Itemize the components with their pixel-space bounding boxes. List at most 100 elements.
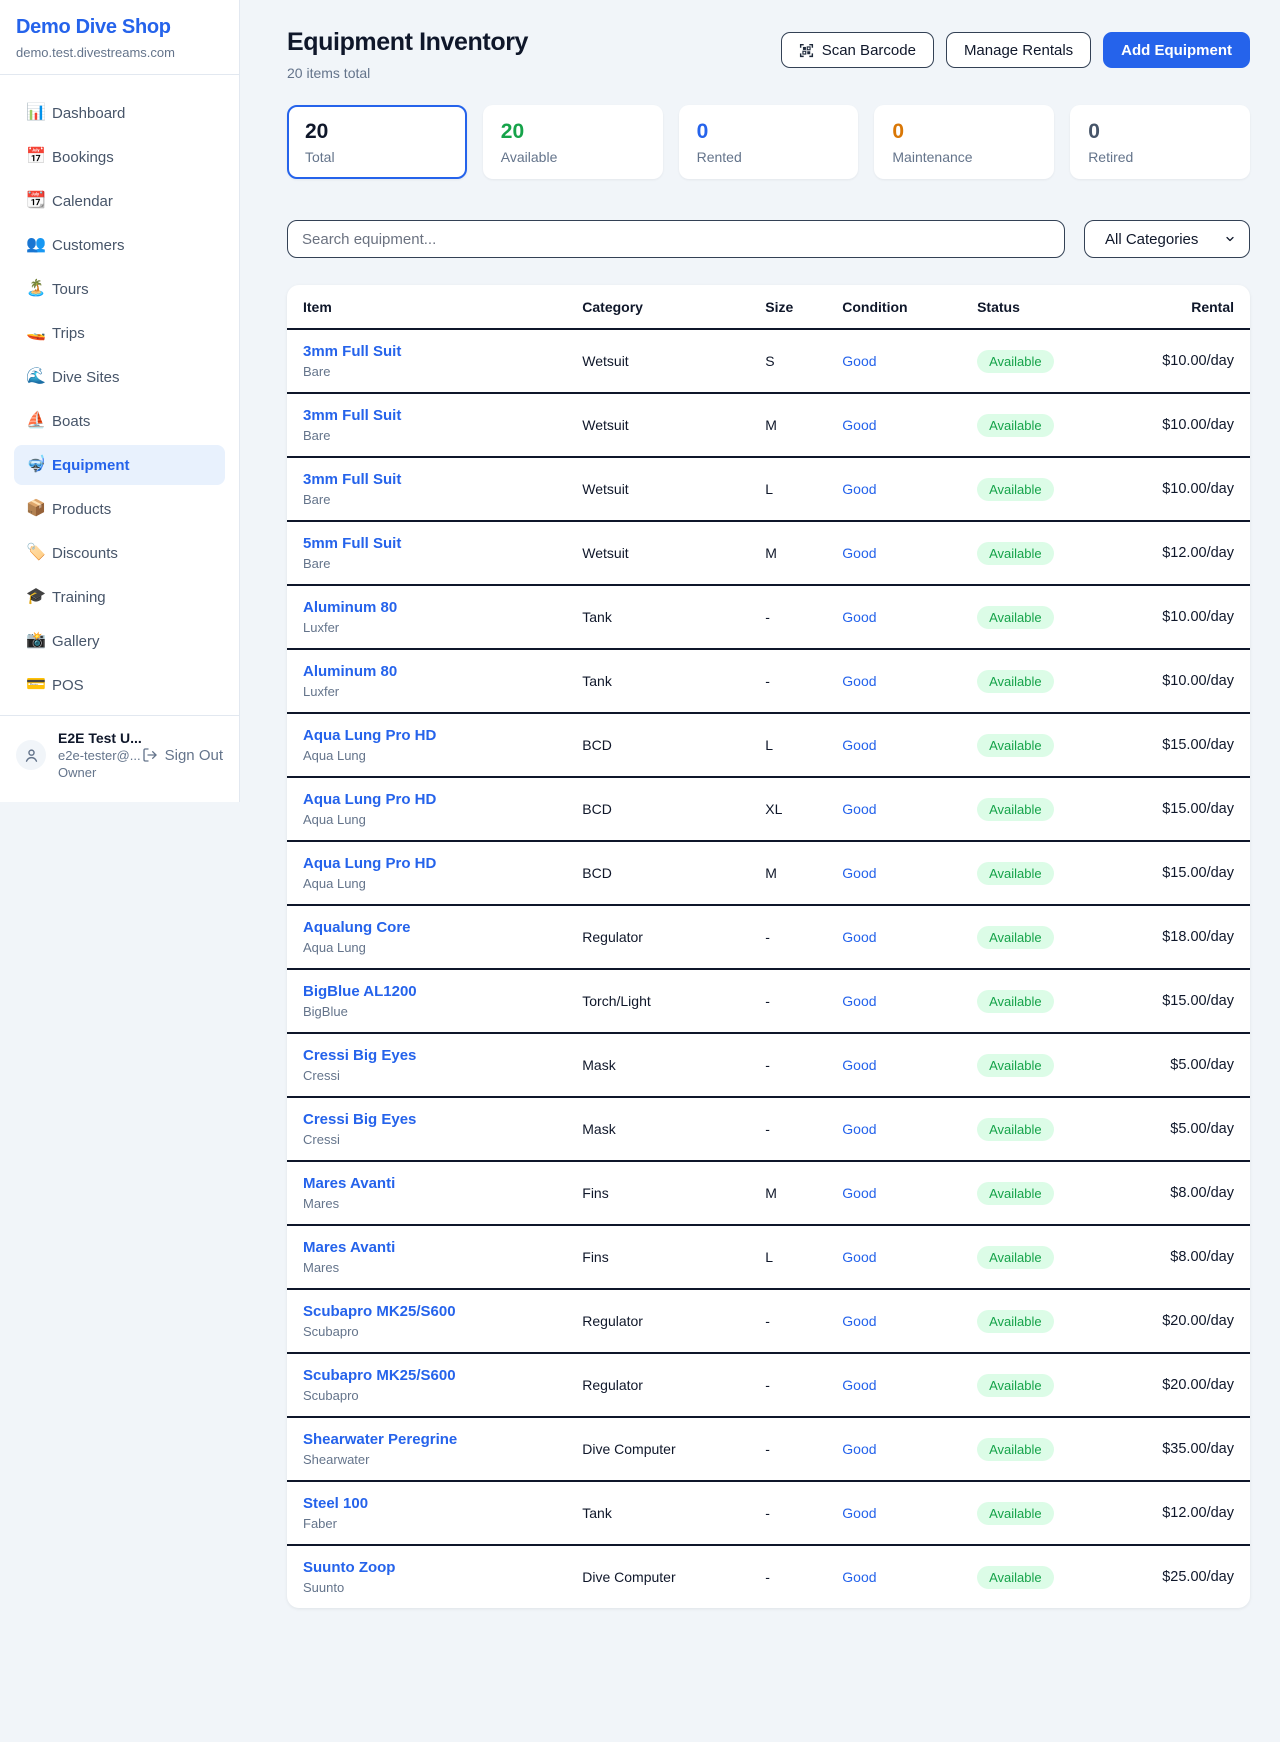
item-name-link[interactable]: 3mm Full Suit <box>303 407 550 424</box>
item-name-link[interactable]: Shearwater Peregrine <box>303 1431 550 1448</box>
sidebar-item-bookings[interactable]: 📅 Bookings <box>14 137 225 177</box>
stat-card-retired[interactable]: 0 Retired <box>1070 105 1250 179</box>
item-cell: Aqua Lung Pro HD Aqua Lung <box>287 713 566 777</box>
stat-card-available[interactable]: 20 Available <box>483 105 663 179</box>
item-name-link[interactable]: Scubapro MK25/S600 <box>303 1367 550 1384</box>
condition-cell: Good <box>826 1353 961 1417</box>
condition-link[interactable]: Good <box>842 865 876 881</box>
condition-link[interactable]: Good <box>842 1377 876 1393</box>
sidebar-item-discounts[interactable]: 🏷️ Discounts <box>14 533 225 573</box>
sidebar-item-boats[interactable]: ⛵ Boats <box>14 401 225 441</box>
table-row: Aluminum 80 Luxfer Tank - Good Available… <box>287 585 1250 649</box>
condition-cell: Good <box>826 1097 961 1161</box>
sidebar-item-trips[interactable]: 🚤 Trips <box>14 313 225 353</box>
item-brand: Luxfer <box>303 684 550 699</box>
sidebar-item-pos[interactable]: 💳 POS <box>14 665 225 705</box>
brand-block: Demo Dive Shop demo.test.divestreams.com <box>0 0 239 75</box>
table-row: 3mm Full Suit Bare Wetsuit S Good Availa… <box>287 329 1250 393</box>
sidebar-item-dive-sites[interactable]: 🌊 Dive Sites <box>14 357 225 397</box>
stat-card-rented[interactable]: 0 Rented <box>679 105 859 179</box>
item-name-link[interactable]: 5mm Full Suit <box>303 535 550 552</box>
item-brand: Mares <box>303 1260 550 1275</box>
item-name-link[interactable]: Mares Avanti <box>303 1175 550 1192</box>
condition-link[interactable]: Good <box>842 1313 876 1329</box>
item-name-link[interactable]: Suunto Zoop <box>303 1559 550 1576</box>
add-equipment-button[interactable]: Add Equipment <box>1103 32 1250 68</box>
item-name-link[interactable]: Aqualung Core <box>303 919 550 936</box>
condition-link[interactable]: Good <box>842 1057 876 1073</box>
table-row: Aqualung Core Aqua Lung Regulator - Good… <box>287 905 1250 969</box>
item-name-link[interactable]: Aqua Lung Pro HD <box>303 855 550 872</box>
condition-link[interactable]: Good <box>842 737 876 753</box>
item-name-link[interactable]: Cressi Big Eyes <box>303 1111 550 1128</box>
status-cell: Available <box>961 457 1115 521</box>
status-badge: Available <box>977 798 1054 821</box>
condition-cell: Good <box>826 1481 961 1545</box>
item-name-link[interactable]: Mares Avanti <box>303 1239 550 1256</box>
condition-link[interactable]: Good <box>842 417 876 433</box>
sidebar-item-calendar[interactable]: 📆 Calendar <box>14 181 225 221</box>
sidebar-item-products[interactable]: 📦 Products <box>14 489 225 529</box>
condition-link[interactable]: Good <box>842 1121 876 1137</box>
condition-link[interactable]: Good <box>842 1441 876 1457</box>
scan-barcode-button[interactable]: Scan Barcode <box>781 32 934 68</box>
condition-cell: Good <box>826 649 961 713</box>
sidebar-item-dashboard[interactable]: 📊 Dashboard <box>14 93 225 133</box>
sidebar-nav: 📊 Dashboard 📅 Bookings 📆 Calendar 👥 Cust… <box>0 75 239 709</box>
item-name-link[interactable]: 3mm Full Suit <box>303 471 550 488</box>
item-name-link[interactable]: BigBlue AL1200 <box>303 983 550 1000</box>
item-name-link[interactable]: Aluminum 80 <box>303 663 550 680</box>
avatar <box>16 740 46 770</box>
status-badge: Available <box>977 1438 1054 1461</box>
category-cell: Wetsuit <box>566 393 749 457</box>
status-cell: Available <box>961 1289 1115 1353</box>
condition-link[interactable]: Good <box>842 673 876 689</box>
condition-link[interactable]: Good <box>842 353 876 369</box>
item-cell: Aqua Lung Pro HD Aqua Lung <box>287 777 566 841</box>
sidebar-item-tours[interactable]: 🏝️ Tours <box>14 269 225 309</box>
sign-out-button[interactable]: Sign Out <box>142 747 223 764</box>
manage-rentals-button[interactable]: Manage Rentals <box>946 32 1091 68</box>
sidebar-item-training[interactable]: 🎓 Training <box>14 577 225 617</box>
item-name-link[interactable]: Steel 100 <box>303 1495 550 1512</box>
item-name-link[interactable]: Aqua Lung Pro HD <box>303 727 550 744</box>
stat-label: Available <box>501 149 645 165</box>
sidebar-item-gallery[interactable]: 📸 Gallery <box>14 621 225 661</box>
item-name-link[interactable]: 3mm Full Suit <box>303 343 550 360</box>
condition-link[interactable]: Good <box>842 1249 876 1265</box>
item-name-link[interactable]: Cressi Big Eyes <box>303 1047 550 1064</box>
condition-link[interactable]: Good <box>842 1569 876 1585</box>
condition-link[interactable]: Good <box>842 993 876 1009</box>
condition-link[interactable]: Good <box>842 929 876 945</box>
stat-card-maintenance[interactable]: 0 Maintenance <box>874 105 1054 179</box>
page-subtitle: 20 items total <box>287 65 528 81</box>
table-row: Mares Avanti Mares Fins M Good Available… <box>287 1161 1250 1225</box>
size-cell: - <box>749 1097 826 1161</box>
item-brand: Luxfer <box>303 620 550 635</box>
stat-card-total[interactable]: 20 Total <box>287 105 467 179</box>
condition-link[interactable]: Good <box>842 1185 876 1201</box>
add-equipment-label: Add Equipment <box>1121 42 1232 59</box>
item-cell: Mares Avanti Mares <box>287 1225 566 1289</box>
search-input[interactable] <box>287 220 1065 258</box>
category-select[interactable]: All Categories <box>1084 220 1250 258</box>
condition-link[interactable]: Good <box>842 609 876 625</box>
rental-cell: $35.00/day <box>1115 1417 1250 1481</box>
item-name-link[interactable]: Scubapro MK25/S600 <box>303 1303 550 1320</box>
sidebar-item-label: Tours <box>52 281 89 298</box>
stat-label: Retired <box>1088 149 1232 165</box>
status-badge: Available <box>977 734 1054 757</box>
condition-cell: Good <box>826 329 961 393</box>
rental-cell: $15.00/day <box>1115 713 1250 777</box>
condition-link[interactable]: Good <box>842 481 876 497</box>
sidebar-item-customers[interactable]: 👥 Customers <box>14 225 225 265</box>
condition-link[interactable]: Good <box>842 545 876 561</box>
condition-cell: Good <box>826 1417 961 1481</box>
condition-link[interactable]: Good <box>842 1505 876 1521</box>
sidebar-item-equipment[interactable]: 🤿 Equipment <box>14 445 225 485</box>
condition-link[interactable]: Good <box>842 801 876 817</box>
status-cell: Available <box>961 1417 1115 1481</box>
item-name-link[interactable]: Aluminum 80 <box>303 599 550 616</box>
category-cell: Tank <box>566 585 749 649</box>
item-name-link[interactable]: Aqua Lung Pro HD <box>303 791 550 808</box>
